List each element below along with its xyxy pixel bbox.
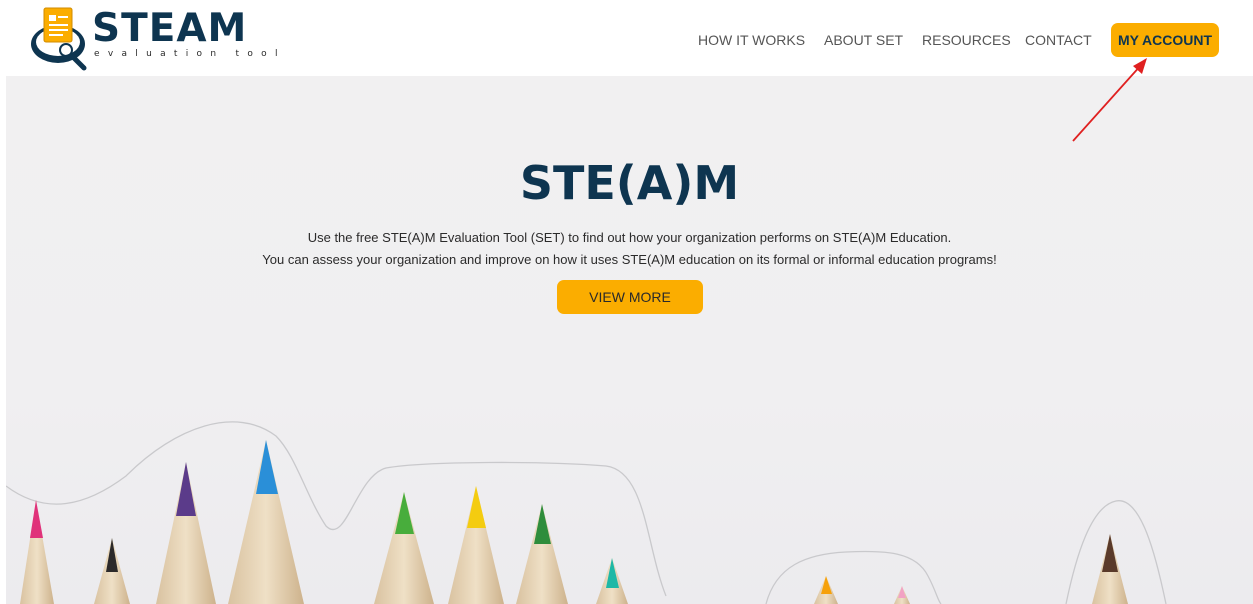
site-logo[interactable]: STEAM evaluation tool: [28, 6, 298, 72]
hero-section: STE(A)M Use the free STE(A)M Evaluation …: [6, 76, 1253, 604]
my-account-button[interactable]: MY ACCOUNT: [1111, 23, 1219, 57]
hero-title: STE(A)M: [519, 156, 740, 210]
hero-description-line-2: You can assess your organization and imp…: [262, 252, 997, 267]
document-magnifier-icon: [31, 7, 87, 71]
view-more-button[interactable]: VIEW MORE: [557, 280, 703, 314]
site-header: STEAM evaluation tool HOW IT WORKS ABOUT…: [0, 0, 1253, 76]
nav-contact[interactable]: CONTACT: [1025, 32, 1092, 48]
nav-how-it-works[interactable]: HOW IT WORKS: [698, 32, 805, 48]
nav-resources[interactable]: RESOURCES: [922, 32, 1011, 48]
logo-wordmark: STEAM: [92, 6, 248, 51]
hero-description-line-1: Use the free STE(A)M Evaluation Tool (SE…: [307, 230, 952, 245]
nav-about-set[interactable]: ABOUT SET: [824, 32, 903, 48]
logo-tagline: evaluation tool: [94, 49, 286, 59]
